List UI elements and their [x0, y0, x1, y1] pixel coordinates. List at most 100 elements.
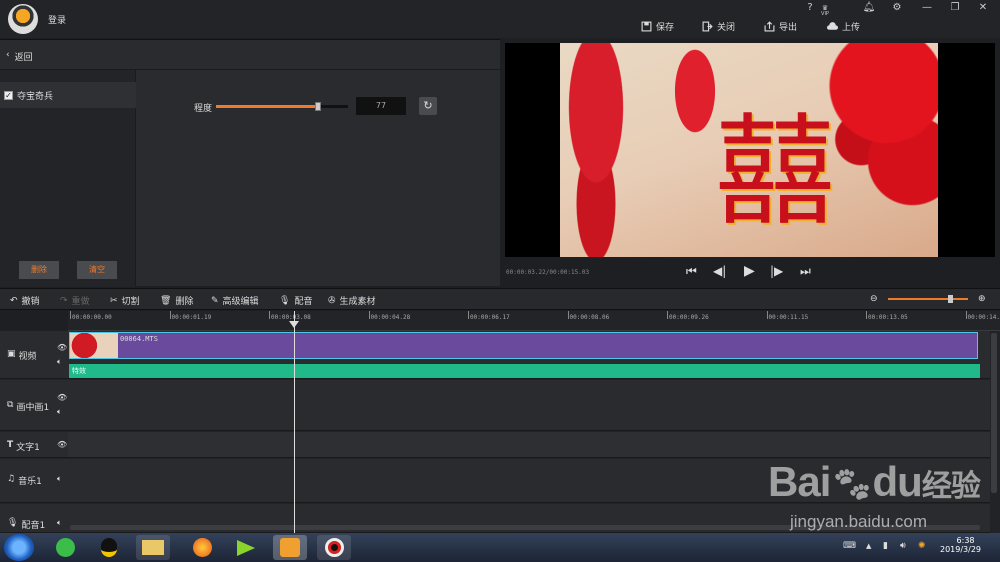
undo-button[interactable]: ↶ 撤销 [10, 294, 40, 308]
speaker-icon[interactable]: 🔈︎ [57, 518, 62, 528]
tray-app-icon[interactable]: ✺ [918, 541, 926, 551]
clock-date: 2019/3/29 [940, 545, 982, 554]
dub-button[interactable]: 🎙︎ 配音 [279, 294, 312, 308]
delete-effect-button[interactable]: 删除 [19, 261, 59, 279]
restore-icon[interactable]: ❐ [944, 2, 966, 13]
speaker-icon[interactable]: 🔈︎ [57, 474, 62, 484]
tray-show-hidden-icon[interactable]: ▲ [866, 542, 871, 550]
trash-icon: 🗑︎ [160, 295, 172, 306]
timeline-ruler[interactable]: 00:00:00.00 00:00:01.19 00:00:03.08 00:00:0… [68, 311, 1000, 331]
redo-button[interactable]: ↷ 重做 [60, 294, 90, 308]
taskbar-qq-icon[interactable] [92, 535, 126, 560]
speaker-icon[interactable]: 🔈︎ [57, 407, 62, 417]
vip-icon[interactable]: ♛ VIP [814, 4, 836, 17]
taskbar-app-green[interactable] [48, 535, 82, 560]
save-button[interactable]: 保存 [641, 18, 674, 34]
window-close-icon[interactable]: ✕ [972, 2, 994, 13]
clip-name: 00064.MTS [120, 335, 158, 343]
preview-frame: 囍 [560, 43, 938, 257]
pip-icon: ⧉ [7, 400, 14, 410]
upload-button[interactable]: 上传 [827, 18, 860, 34]
start-button[interactable] [4, 534, 34, 561]
login-link[interactable]: 登录 [48, 13, 66, 26]
degree-slider-fill [216, 105, 318, 108]
prev-frame-icon[interactable]: ◀| [713, 264, 726, 278]
back-button[interactable]: ‹ 返回 [6, 50, 33, 63]
zoom-slider-handle[interactable] [948, 295, 953, 303]
taskbar-video-editor-icon[interactable] [273, 535, 307, 560]
music-note-icon: ♫ [7, 474, 16, 484]
music-track-header: ♫ 音乐1 🔈︎ [0, 459, 68, 503]
cut-label: 切割 [121, 297, 140, 307]
tray-clock[interactable]: 6:38 2019/3/29 [940, 536, 981, 554]
ruler-tick-line [965, 311, 967, 319]
clock-time: 6:38 [956, 536, 975, 545]
zoom-slider[interactable] [888, 295, 968, 303]
gear-icon[interactable]: ⚙ [886, 2, 908, 13]
delete-button[interactable]: 🗑︎ 删除 [160, 294, 194, 308]
ruler-tick-line [269, 311, 270, 319]
minimize-icon[interactable]: — [916, 2, 938, 13]
film-reel-icon: ✇ [328, 295, 336, 306]
ruler-tick-label: 00:00:08.06 [569, 314, 610, 321]
next-frame-icon[interactable]: |▶ [770, 264, 783, 278]
playhead-line-ruler [294, 311, 295, 331]
pip-track-header: ⧉ 画中画1 👁︎ 🔈︎ [0, 380, 68, 431]
voice-track-header: 🎙︎ 配音1 🔈︎ [0, 504, 68, 533]
save-label: 保存 [656, 22, 675, 33]
windows-taskbar: ⌨ ▲ ▮ 🔊︎ ✺ 6:38 2019/3/29 [0, 533, 1000, 562]
reset-icon[interactable]: ↻ [419, 97, 437, 115]
redo-icon: ↷ [60, 295, 68, 306]
zoom-out-icon[interactable]: ⊖ [870, 294, 878, 304]
degree-slider[interactable] [216, 102, 348, 111]
skip-start-icon[interactable]: ⏮ [686, 264, 697, 279]
advanced-label: 高级编辑 [222, 297, 259, 307]
taskbar-record-icon[interactable] [317, 535, 351, 560]
tray-keyboard-icon[interactable]: ⌨ [843, 541, 856, 551]
undo-icon: ↶ [10, 295, 18, 306]
export-button[interactable]: 导出 [764, 18, 797, 34]
close-project-button[interactable]: 关闭 [702, 18, 735, 34]
eye-icon[interactable]: 👁︎ [57, 440, 67, 449]
speaker-icon[interactable]: 🔈︎ [57, 357, 62, 367]
voice-track-label: 配音1 [21, 521, 46, 531]
clear-effects-button[interactable]: 清空 [77, 261, 117, 279]
paper-cut-decoration [560, 43, 650, 257]
video-preview: 囍 [505, 43, 995, 257]
taskbar-firefox-icon[interactable] [185, 535, 219, 560]
chevron-left-icon: ‹ [6, 50, 10, 60]
tray-network-icon[interactable]: ▮ [883, 541, 888, 551]
back-row: ‹ 返回 [0, 40, 500, 70]
bell-icon[interactable]: 🔔︎ [858, 2, 880, 13]
vertical-scrollbar[interactable] [991, 333, 997, 493]
upload-label: 上传 [842, 22, 861, 33]
video-track-lane: 00064.MTS 特效 [68, 331, 990, 379]
checkbox-icon[interactable]: ✓ [4, 90, 13, 100]
delete-label: 删除 [175, 297, 194, 307]
tray-volume-icon[interactable]: 🔊︎ [900, 541, 906, 551]
effect-item[interactable]: ✓ 夺宝奇兵 [0, 82, 136, 108]
pip-track-lane[interactable] [68, 380, 990, 431]
eye-icon[interactable]: 👁︎ [57, 343, 67, 352]
video-clip[interactable]: 00064.MTS [69, 332, 978, 359]
generate-material-button[interactable]: ✇ 生成素材 [328, 294, 376, 308]
advanced-edit-button[interactable]: ✎ 高级编辑 [211, 294, 259, 308]
playhead-line[interactable] [294, 331, 295, 533]
taskbar-app-play-icon[interactable] [229, 535, 263, 560]
app-logo [8, 4, 38, 34]
degree-value-field[interactable]: 77 [356, 97, 406, 115]
playback-bar: 00:00:03.22/00:00:15.03 ⏮ ◀| ▶ |▶ ⏭ [500, 262, 1000, 284]
ruler-tick-line [368, 311, 370, 319]
eye-icon[interactable]: 👁︎ [57, 393, 67, 402]
taskbar-folder-icon[interactable] [136, 535, 170, 560]
degree-slider-handle[interactable] [314, 102, 321, 111]
zoom-in-icon[interactable]: ⊕ [978, 294, 986, 304]
text-track-lane[interactable] [68, 432, 990, 458]
skip-end-icon[interactable]: ⏭ [800, 264, 811, 279]
cut-button[interactable]: ✂ 切割 [110, 294, 140, 308]
watermark-brand2: du [872, 458, 923, 505]
effect-bar[interactable]: 特效 [69, 364, 980, 378]
ruler-tick-label: 00:00:11.15 [768, 314, 809, 321]
ruler-tick-line [567, 311, 569, 319]
play-icon[interactable]: ▶ [744, 263, 755, 279]
